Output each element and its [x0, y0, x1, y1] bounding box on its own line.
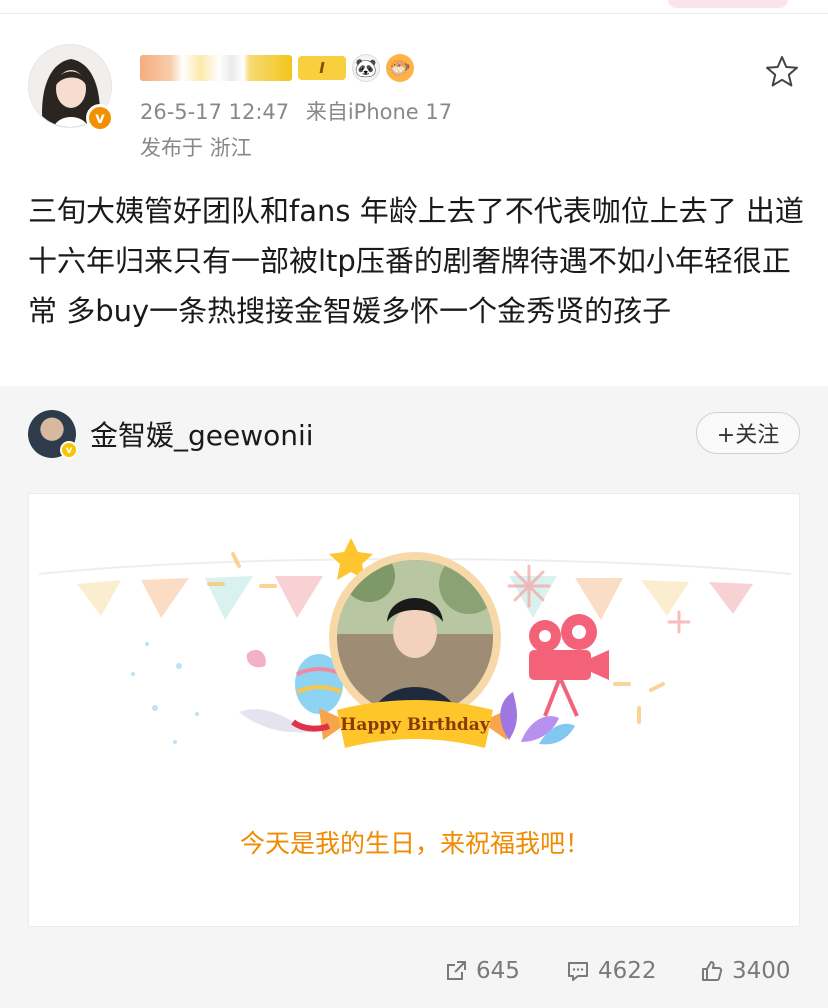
star-icon[interactable] — [764, 54, 800, 90]
panda-icon: 🐼 — [352, 54, 380, 82]
author-name-row[interactable]: I 🐼 🐡 — [140, 52, 414, 84]
post-location: 发布于 浙江 — [140, 136, 252, 160]
author-name-blurred[interactable] — [140, 55, 292, 81]
like-count: 3400 — [732, 958, 791, 984]
like-icon — [702, 961, 723, 981]
follow-button[interactable]: +关注 — [696, 412, 800, 454]
camera-icon — [529, 614, 609, 717]
post-text: 三旬大姨管好团队和fans 年龄上去了不代表咖位上去了 出道十六年归来只有一部被… — [28, 194, 804, 328]
birthday-illustration: Happy Birthday — [38, 538, 792, 748]
post-meta: 26-5-17 12:47 来自iPhone 17 — [140, 96, 452, 126]
action-bar: 645 4622 3400 — [0, 950, 828, 1000]
comment-icon — [568, 962, 588, 981]
fish-icon: 🐡 — [386, 54, 414, 82]
level-badge: I — [298, 56, 346, 80]
verified-icon: v — [86, 104, 114, 132]
share-button[interactable]: 645 — [444, 958, 520, 984]
post: v I 🐼 🐡 26-5-17 12:47 来自iPhone 17 发布于 浙江… — [0, 14, 828, 386]
birthday-caption: 今天是我的生日，来祝福我吧！ — [239, 829, 590, 858]
top-strip — [0, 0, 828, 14]
like-button[interactable]: 3400 — [700, 958, 791, 984]
repost-author-name[interactable]: 金智媛_geewonii — [90, 414, 314, 454]
repost-header: v 金智媛_geewonii +关注 — [0, 386, 828, 476]
top-decoration — [668, 0, 788, 8]
share-icon — [447, 961, 466, 980]
birthday-banner: Happy Birthday — [340, 715, 491, 735]
post-timestamp: 26-5-17 12:47 — [140, 100, 290, 124]
comment-count: 4622 — [598, 958, 657, 984]
post-source: 来自iPhone 17 — [305, 100, 453, 124]
birthday-card[interactable]: Happy Birthday 今天是我的生日，来祝福我吧！ — [28, 493, 800, 927]
comment-button[interactable]: 4622 — [566, 958, 657, 984]
share-count: 645 — [476, 958, 520, 984]
repost-verified-icon: v — [60, 441, 78, 459]
